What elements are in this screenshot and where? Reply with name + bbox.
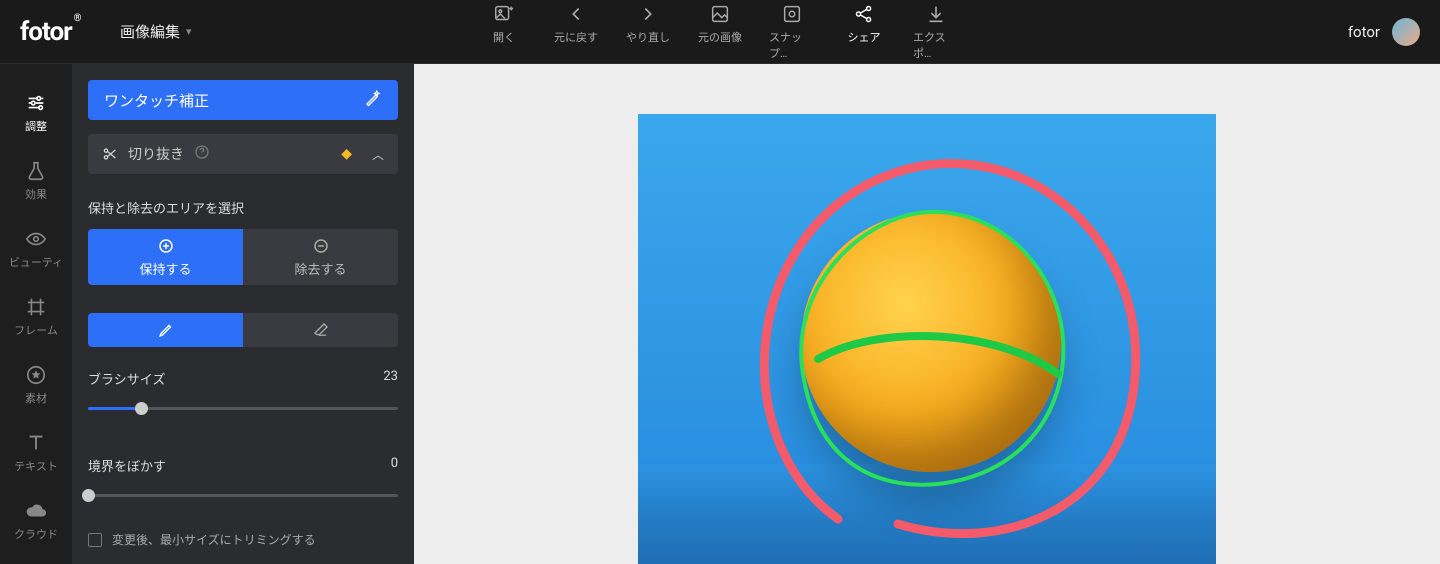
auto-fix-button[interactable]: ワンタッチ補正 (88, 80, 398, 120)
image-canvas[interactable] (638, 114, 1216, 564)
original-button[interactable]: 元の画像 (697, 3, 743, 61)
redo-icon (637, 3, 659, 25)
export-button[interactable]: エクスポ… (913, 3, 959, 61)
redo-button[interactable]: やり直し (625, 3, 671, 61)
canvas-area[interactable] (414, 64, 1440, 564)
nav-text[interactable]: テキスト (0, 422, 72, 490)
camera-icon (781, 3, 803, 25)
trim-checkbox-label: 変更後、最小サイズにトリミングする (112, 531, 316, 548)
chevron-down-icon: ▾ (186, 25, 192, 38)
eye-icon (25, 228, 47, 250)
cloud-upload-icon (25, 500, 47, 522)
nav-stickers[interactable]: 素材 (0, 354, 72, 422)
minus-circle-icon (312, 237, 330, 255)
brush-size-slider[interactable] (88, 398, 398, 418)
nav-rail: 調整 効果 ビューティ フレーム 素材 テキスト クラウド (0, 64, 72, 564)
download-icon (925, 3, 947, 25)
undo-button[interactable]: 元に戻す (553, 3, 599, 61)
share-icon (853, 3, 875, 25)
account-label: fotor (1348, 23, 1380, 41)
snapshot-button[interactable]: スナップ… (769, 3, 815, 61)
logo[interactable]: fotor® (0, 17, 90, 47)
nav-beauty[interactable]: ビューティ (0, 218, 72, 286)
panel-adjust: ワンタッチ補正 切り抜き ◆ ︿ 保持と除去のエリアを選択 保持する 除去する (72, 64, 414, 564)
trim-checkbox[interactable] (88, 533, 102, 547)
pencil-icon (157, 321, 175, 339)
brush-size-value: 23 (383, 369, 398, 388)
brush-eraser-segment (88, 313, 398, 347)
remove-button[interactable]: 除去する (243, 229, 398, 285)
premium-icon: ◆ (341, 146, 352, 162)
flask-icon (25, 160, 47, 182)
undo-icon (565, 3, 587, 25)
sliders-icon (25, 92, 47, 114)
eraser-tool[interactable] (243, 313, 398, 347)
help-icon[interactable] (194, 144, 210, 164)
blur-edge-value: 0 (391, 456, 398, 475)
open-button[interactable]: 開く (481, 3, 527, 61)
nav-effect[interactable]: 効果 (0, 150, 72, 218)
keep-button[interactable]: 保持する (88, 229, 243, 285)
blur-edge-label: 境界をぼかす (88, 456, 166, 475)
plus-circle-icon (157, 237, 175, 255)
brush-tool[interactable] (88, 313, 243, 347)
nav-adjust[interactable]: 調整 (0, 82, 72, 150)
wand-icon (364, 89, 382, 111)
brush-size-label: ブラシサイズ (88, 369, 165, 388)
eraser-icon (312, 321, 330, 339)
frame-icon (25, 296, 47, 318)
mode-dropdown[interactable]: 画像編集 ▾ (120, 21, 192, 42)
nav-cloud[interactable]: クラウド (0, 490, 72, 558)
annotation-overlay (638, 114, 1216, 564)
blur-edge-slider[interactable] (88, 485, 398, 505)
keep-remove-segment: 保持する 除去する (88, 229, 398, 285)
cutout-accordion[interactable]: 切り抜き ◆ ︿ (88, 134, 398, 174)
avatar[interactable] (1392, 18, 1420, 46)
image-icon (709, 3, 731, 25)
scissors-icon (102, 146, 118, 162)
nav-frame[interactable]: フレーム (0, 286, 72, 354)
image-plus-icon (493, 3, 515, 25)
star-icon (25, 364, 47, 386)
text-icon (25, 432, 47, 454)
chevron-up-icon: ︿ (372, 146, 384, 163)
area-select-title: 保持と除去のエリアを選択 (88, 198, 398, 217)
share-button[interactable]: シェア (841, 3, 887, 61)
